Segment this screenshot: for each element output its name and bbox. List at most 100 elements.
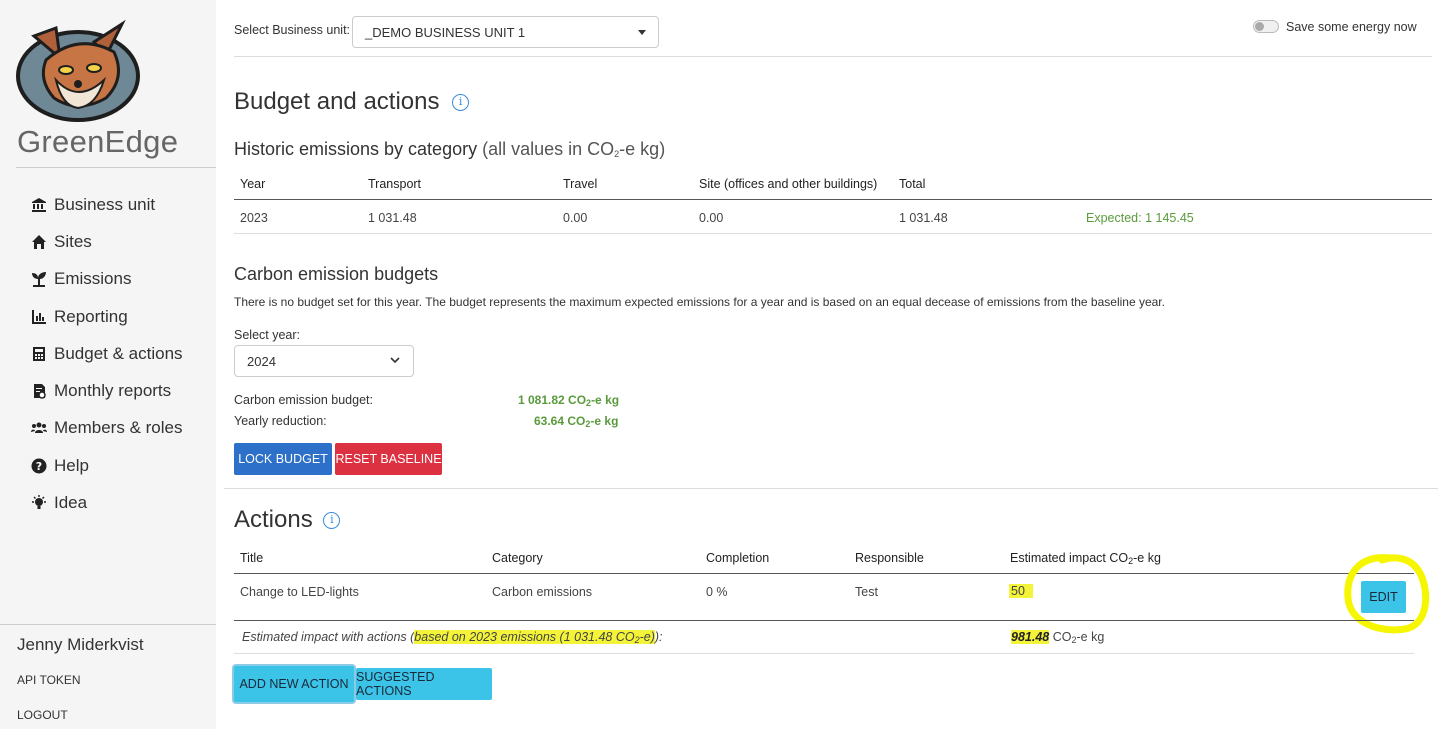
- summary-unit-suffix: -e kg: [1076, 630, 1105, 644]
- sidebar-item-label: Members & roles: [54, 418, 183, 438]
- suggested-actions-button[interactable]: SUGGESTED ACTIONS: [356, 668, 492, 700]
- section-divider: [224, 488, 1438, 489]
- row-year: 2023: [240, 211, 268, 225]
- actions-title: Actions i: [234, 506, 341, 534]
- summary-highlight-end: -e): [639, 630, 655, 644]
- col-year: Year: [240, 177, 266, 191]
- action-impact: 50: [1009, 584, 1033, 598]
- chevron-down-icon: [389, 354, 401, 369]
- sidebar-item-sites[interactable]: Sites: [30, 223, 183, 260]
- action-category: Carbon emissions: [492, 585, 593, 599]
- reduction-label: Yearly reduction:: [234, 414, 327, 428]
- col-impact-suffix: -e kg: [1133, 551, 1161, 565]
- historic-row-rule: [234, 233, 1432, 234]
- sidebar-item-label: Reporting: [54, 306, 128, 326]
- col-site: Site (offices and other buildings): [699, 177, 878, 191]
- sidebar-item-reporting[interactable]: Reporting: [30, 298, 183, 335]
- actions-title-text: Actions: [234, 506, 313, 533]
- question-icon: ?: [30, 457, 48, 475]
- summary-highlight-text: based on 2023 emissions (1 031.48 CO: [414, 630, 635, 644]
- impact-summary-value: 981.48 CO2-e kg: [1011, 630, 1104, 645]
- sidebar-item-label: Idea: [54, 493, 88, 513]
- add-new-action-button[interactable]: ADD NEW ACTION: [234, 666, 354, 702]
- summary-rule: [234, 653, 1414, 654]
- row-total: 1 031.48: [899, 211, 948, 225]
- logout-link[interactable]: LOGOUT: [17, 708, 68, 722]
- subtitle-suffix: -e kg): [619, 139, 666, 159]
- summary-highlight: based on 2023 emissions (1 031.48 CO2-e): [414, 630, 655, 645]
- row-travel: 0.00: [563, 211, 588, 225]
- actions-row-rule: [234, 620, 1414, 621]
- edit-action-button[interactable]: EDIT: [1361, 581, 1406, 613]
- col-impact: Estimated impact CO2-e kg: [1010, 551, 1161, 566]
- year-select[interactable]: 2024: [234, 345, 414, 377]
- col-completion: Completion: [706, 551, 770, 565]
- business-unit-label: Select Business unit:: [234, 23, 351, 37]
- budget-label: Carbon emission budget:: [234, 393, 373, 407]
- lightbulb-icon: [30, 494, 48, 512]
- summary-unit-prefix: CO: [1049, 630, 1072, 644]
- sidebar-item-idea[interactable]: Idea: [30, 484, 183, 521]
- sidebar-item-label: Help: [54, 455, 89, 475]
- calculator-icon: [30, 345, 48, 363]
- bank-icon: [30, 196, 48, 214]
- user-name: Jenny Miderkvist: [17, 635, 144, 654]
- sidebar-item-members-roles[interactable]: Members & roles: [30, 410, 183, 447]
- energy-toggle[interactable]: [1253, 20, 1279, 33]
- business-unit-select[interactable]: _DEMO BUSINESS UNIT 1: [352, 16, 659, 48]
- sidebar-item-label: Monthly reports: [54, 381, 172, 401]
- sidebar-item-help[interactable]: ? Help: [30, 447, 183, 484]
- sidebar-item-label: Budget & actions: [54, 343, 183, 363]
- budget-value-unit: -e kg: [591, 393, 620, 407]
- chart-icon: [30, 308, 48, 326]
- home-icon: [30, 233, 48, 251]
- budgets-title: Carbon emission budgets: [234, 264, 439, 284]
- page-title: Budget and actions i: [234, 88, 470, 116]
- col-responsible: Responsible: [855, 551, 924, 565]
- summary-prefix: Estimated impact with actions (: [242, 630, 415, 644]
- reduction-value-num: 63.64 CO: [534, 414, 586, 428]
- actions-header-rule: [234, 573, 1414, 574]
- reduction-value-unit: -e kg: [590, 414, 619, 428]
- sidebar-item-label: Sites: [54, 231, 92, 251]
- main-content: Select Business unit: _DEMO BUSINESS UNI…: [216, 0, 1438, 729]
- seedling-icon: [30, 270, 48, 288]
- sidebar-item-monthly-reports[interactable]: Monthly reports: [30, 372, 183, 409]
- header-divider: [234, 56, 1432, 57]
- row-transport: 1 031.48: [368, 211, 417, 225]
- users-icon: [30, 419, 48, 437]
- subtitle-prefix: (all values in CO: [482, 139, 615, 159]
- sidebar-item-emissions[interactable]: Emissions: [30, 261, 183, 298]
- brand-name: GreenEdge: [17, 124, 179, 159]
- page-title-text: Budget and actions: [234, 88, 440, 115]
- sidebar-item-label: Business unit: [54, 194, 156, 214]
- action-completion: 0 %: [706, 585, 728, 599]
- reduction-value: 63.64 CO2-e kg: [534, 414, 618, 429]
- action-title: Change to LED-lights: [240, 585, 359, 599]
- summary-suffix: ):: [654, 630, 663, 644]
- business-unit-value: _DEMO BUSINESS UNIT 1: [365, 24, 526, 40]
- info-icon[interactable]: i: [452, 94, 470, 112]
- col-title: Title: [240, 551, 264, 565]
- sidebar-divider: [16, 167, 216, 168]
- impact-summary-text: Estimated impact with actions (based on …: [242, 630, 663, 645]
- sidebar-item-label: Emissions: [54, 269, 132, 289]
- col-total: Total: [899, 177, 926, 191]
- sidebar-item-business-unit[interactable]: Business unit: [30, 186, 183, 223]
- info-icon[interactable]: i: [323, 512, 341, 530]
- year-select-value: 2024: [247, 353, 276, 369]
- lock-budget-button[interactable]: LOCK BUDGET: [234, 443, 332, 475]
- row-expected: Expected: 1 145.45: [1086, 211, 1194, 225]
- action-responsible: Test: [855, 585, 878, 599]
- sidebar-item-budget-actions[interactable]: Budget & actions: [30, 335, 183, 372]
- caret-down-icon: [638, 29, 646, 35]
- svg-text:?: ?: [36, 460, 42, 473]
- select-year-label: Select year:: [234, 328, 301, 342]
- api-token-link[interactable]: API TOKEN: [17, 673, 81, 687]
- budget-value-num: 1 081.82 CO: [518, 393, 587, 407]
- historic-header-rule: [234, 199, 1432, 200]
- historic-subtitle: (all values in CO2-e kg): [482, 139, 665, 159]
- fox-logo: [16, 18, 142, 122]
- sidebar-nav: Business unit Sites Emissions Reporting …: [30, 186, 183, 522]
- reset-baseline-button[interactable]: RESET BASELINE: [335, 443, 442, 475]
